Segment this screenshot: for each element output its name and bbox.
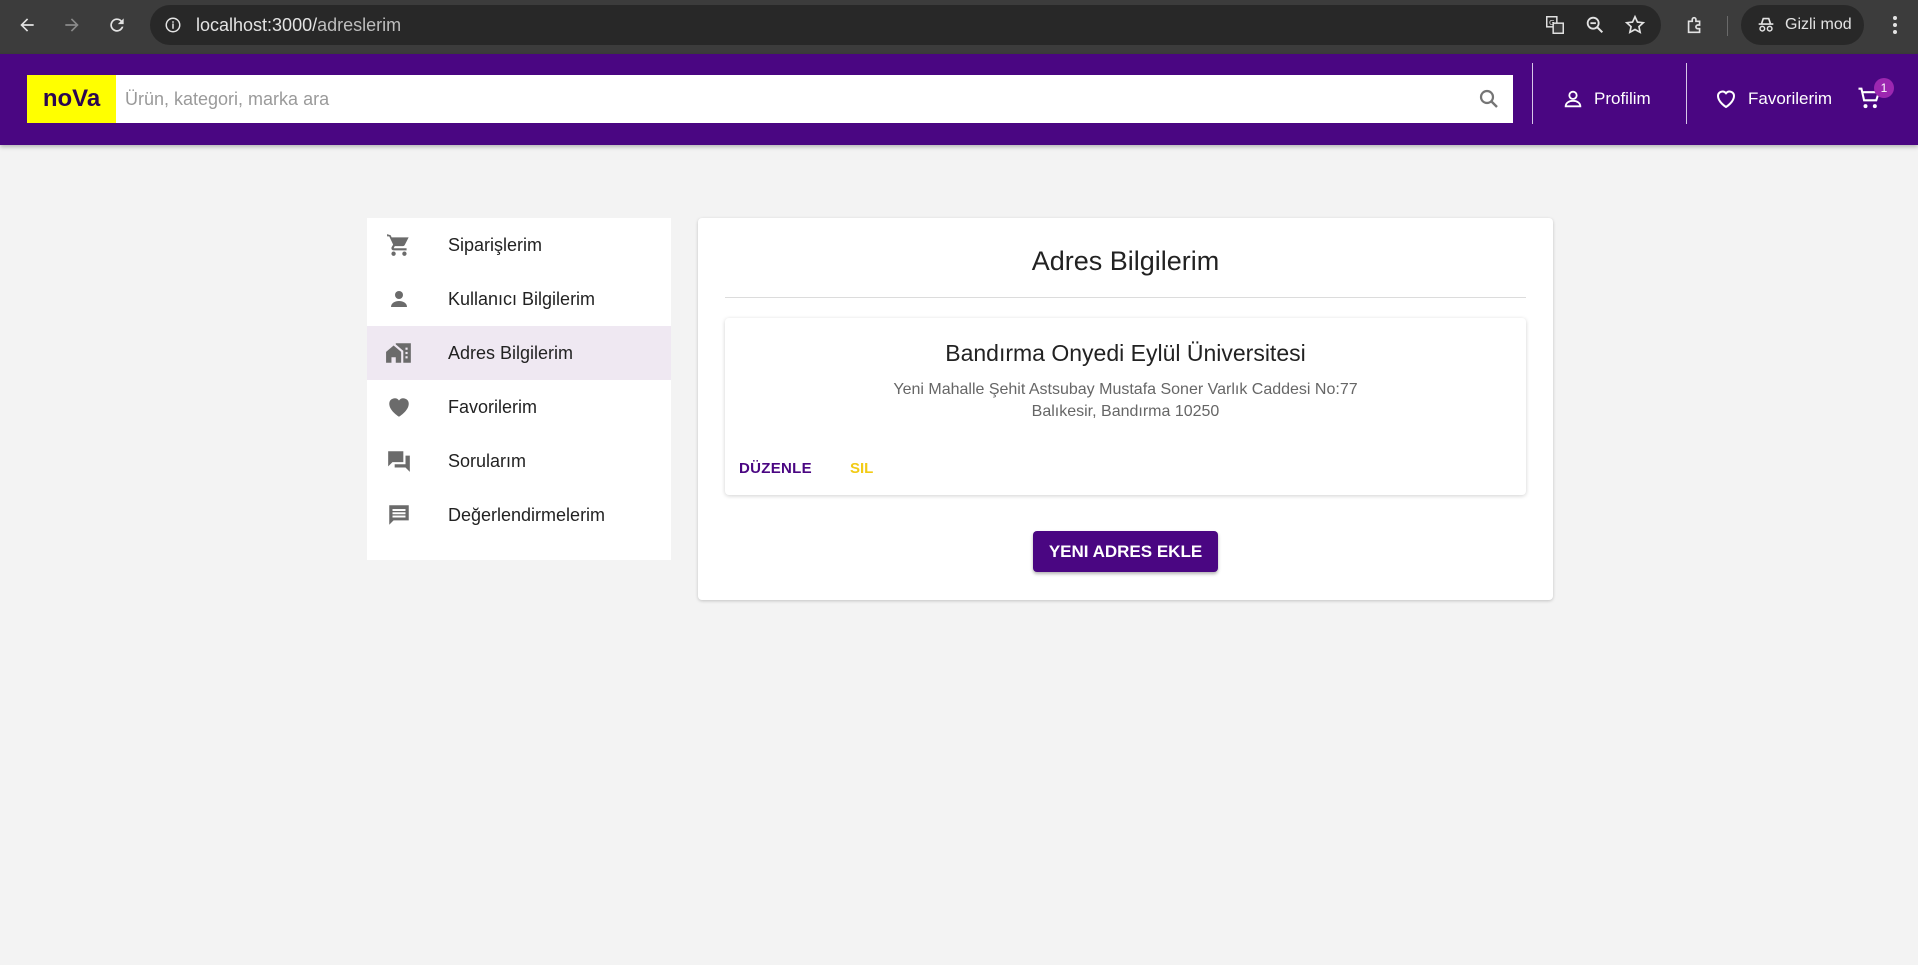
translate-icon[interactable]: G xyxy=(1543,13,1567,37)
sidebar-item-user-info[interactable]: Kullanıcı Bilgilerim xyxy=(367,272,671,326)
sidebar-item-addresses[interactable]: Adres Bilgilerim xyxy=(367,326,671,380)
address-line-2: Balıkesir, Bandırma 10250 xyxy=(1031,403,1220,420)
heart-outline-icon xyxy=(1716,90,1736,109)
page-title: Adres Bilgilerim xyxy=(1031,246,1220,276)
sidebar-item-reviews[interactable]: Değerlendirmelerim xyxy=(367,488,671,542)
reload-icon xyxy=(110,18,124,32)
incognito-label: Gizli mod xyxy=(1785,16,1852,33)
cart-count-badge: 1 xyxy=(1874,78,1894,98)
toolbar-divider xyxy=(1727,16,1728,36)
forum-icon xyxy=(385,447,413,475)
search-icon[interactable] xyxy=(1465,75,1513,123)
person-icon xyxy=(385,285,413,313)
back-button[interactable] xyxy=(12,10,42,40)
more-vert-icon xyxy=(1893,16,1897,34)
sidebar-item-label: Kullanıcı Bilgilerim xyxy=(448,288,596,309)
comment-icon xyxy=(385,501,413,529)
incognito-badge[interactable]: Gizli mod xyxy=(1741,5,1864,45)
sidebar-item-label: Siparişlerim xyxy=(448,234,543,255)
search-input[interactable] xyxy=(116,75,1465,123)
incognito-icon xyxy=(1758,17,1774,32)
puzzle-icon xyxy=(1687,16,1701,34)
sidebar-item-label: Değerlendirmelerim xyxy=(448,504,606,525)
browser-toolbar: localhost:3000/adreslerim G Gizli mod xyxy=(0,0,1918,54)
favorites-button[interactable]: Favorilerim xyxy=(1714,75,1832,123)
sidebar-item-questions[interactable]: Sorularım xyxy=(367,434,671,488)
sidebar-item-label: Adres Bilgilerim xyxy=(448,342,574,363)
arrow-left-icon xyxy=(20,18,34,32)
app-header: noVa Profilim Favorilerim 1 xyxy=(0,54,1918,145)
delete-address-button[interactable]: SIL xyxy=(850,460,873,477)
extensions-button[interactable] xyxy=(1680,10,1710,40)
heart-icon xyxy=(385,393,413,421)
home-work-icon xyxy=(385,339,413,367)
url-text: localhost:3000/adreslerim xyxy=(196,15,401,36)
bookmark-star-icon[interactable] xyxy=(1623,13,1647,37)
arrow-right-icon xyxy=(65,18,79,32)
header-divider xyxy=(1532,63,1533,124)
favorites-label: Favorilerim xyxy=(1748,89,1833,108)
profile-label: Profilim xyxy=(1594,89,1651,108)
divider xyxy=(725,297,1526,298)
zoom-icon[interactable] xyxy=(1583,13,1607,37)
account-sidebar: Siparişlerim Kullanıcı Bilgilerim Adres … xyxy=(367,218,671,560)
address-line-1: Yeni Mahalle Şehit Astsubay Mustafa Sone… xyxy=(893,381,1358,398)
address-bar[interactable]: localhost:3000/adreslerim G xyxy=(150,5,1661,45)
browser-menu-button[interactable] xyxy=(1880,10,1910,40)
edit-address-button[interactable]: DÜZENLE xyxy=(739,460,812,477)
add-address-button[interactable]: YENI ADRES EKLE xyxy=(1033,531,1218,572)
svg-text:G: G xyxy=(1549,18,1555,27)
address-card: Bandırma Onyedi Eylül Üniversitesi Yeni … xyxy=(725,318,1526,495)
sidebar-item-label: Sorularım xyxy=(448,450,527,471)
reload-button[interactable] xyxy=(102,10,132,40)
url-path: adreslerim xyxy=(317,14,402,35)
sidebar-item-label: Favorilerim xyxy=(448,396,538,417)
sidebar-item-orders[interactable]: Siparişlerim xyxy=(367,218,671,272)
site-info-icon[interactable] xyxy=(160,12,186,38)
profile-button[interactable]: Profilim xyxy=(1562,75,1651,123)
header-divider xyxy=(1686,63,1687,124)
logo[interactable]: noVa xyxy=(27,75,116,123)
sidebar-item-favorites[interactable]: Favorilerim xyxy=(367,380,671,434)
forward-button[interactable] xyxy=(57,10,87,40)
cart-icon xyxy=(385,231,413,259)
person-outline-icon xyxy=(1564,90,1582,108)
url-host: localhost:3000/ xyxy=(196,14,318,35)
address-panel: Adres Bilgilerim Bandırma Onyedi Eylül Ü… xyxy=(698,218,1553,600)
address-title: Bandırma Onyedi Eylül Üniversitesi xyxy=(945,340,1306,366)
search-bar xyxy=(116,75,1513,123)
